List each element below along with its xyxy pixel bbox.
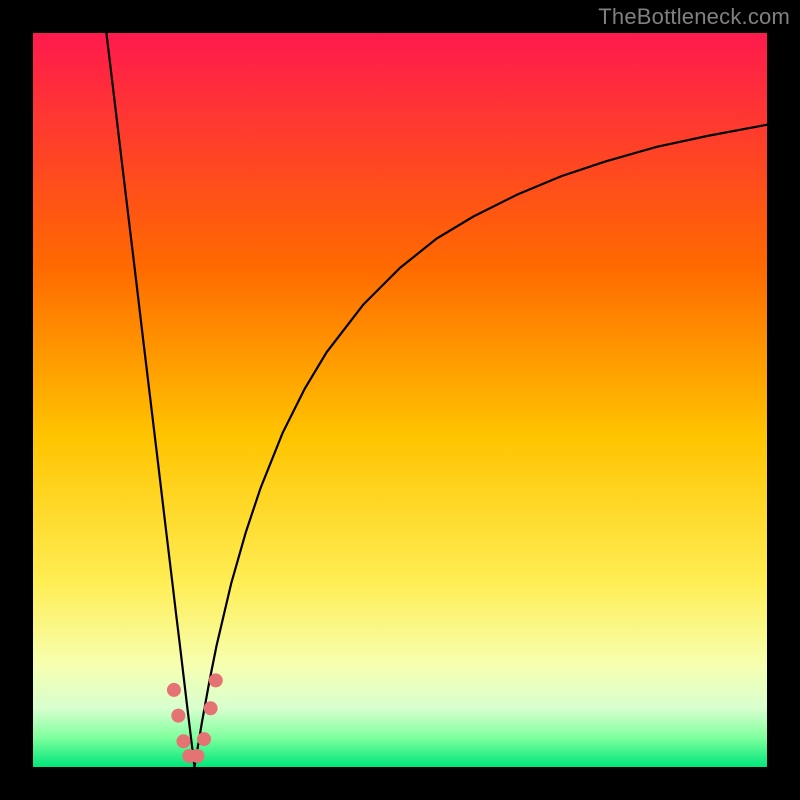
data-marker — [190, 749, 204, 763]
data-marker — [167, 683, 181, 697]
watermark-text: TheBottleneck.com — [598, 4, 790, 30]
chart-container: TheBottleneck.com — [0, 0, 800, 800]
data-marker — [204, 701, 218, 715]
data-marker — [209, 673, 223, 687]
plot-area — [33, 33, 767, 767]
bottleneck-chart — [0, 0, 800, 800]
data-marker — [176, 734, 190, 748]
data-marker — [171, 709, 185, 723]
data-marker — [197, 732, 211, 746]
